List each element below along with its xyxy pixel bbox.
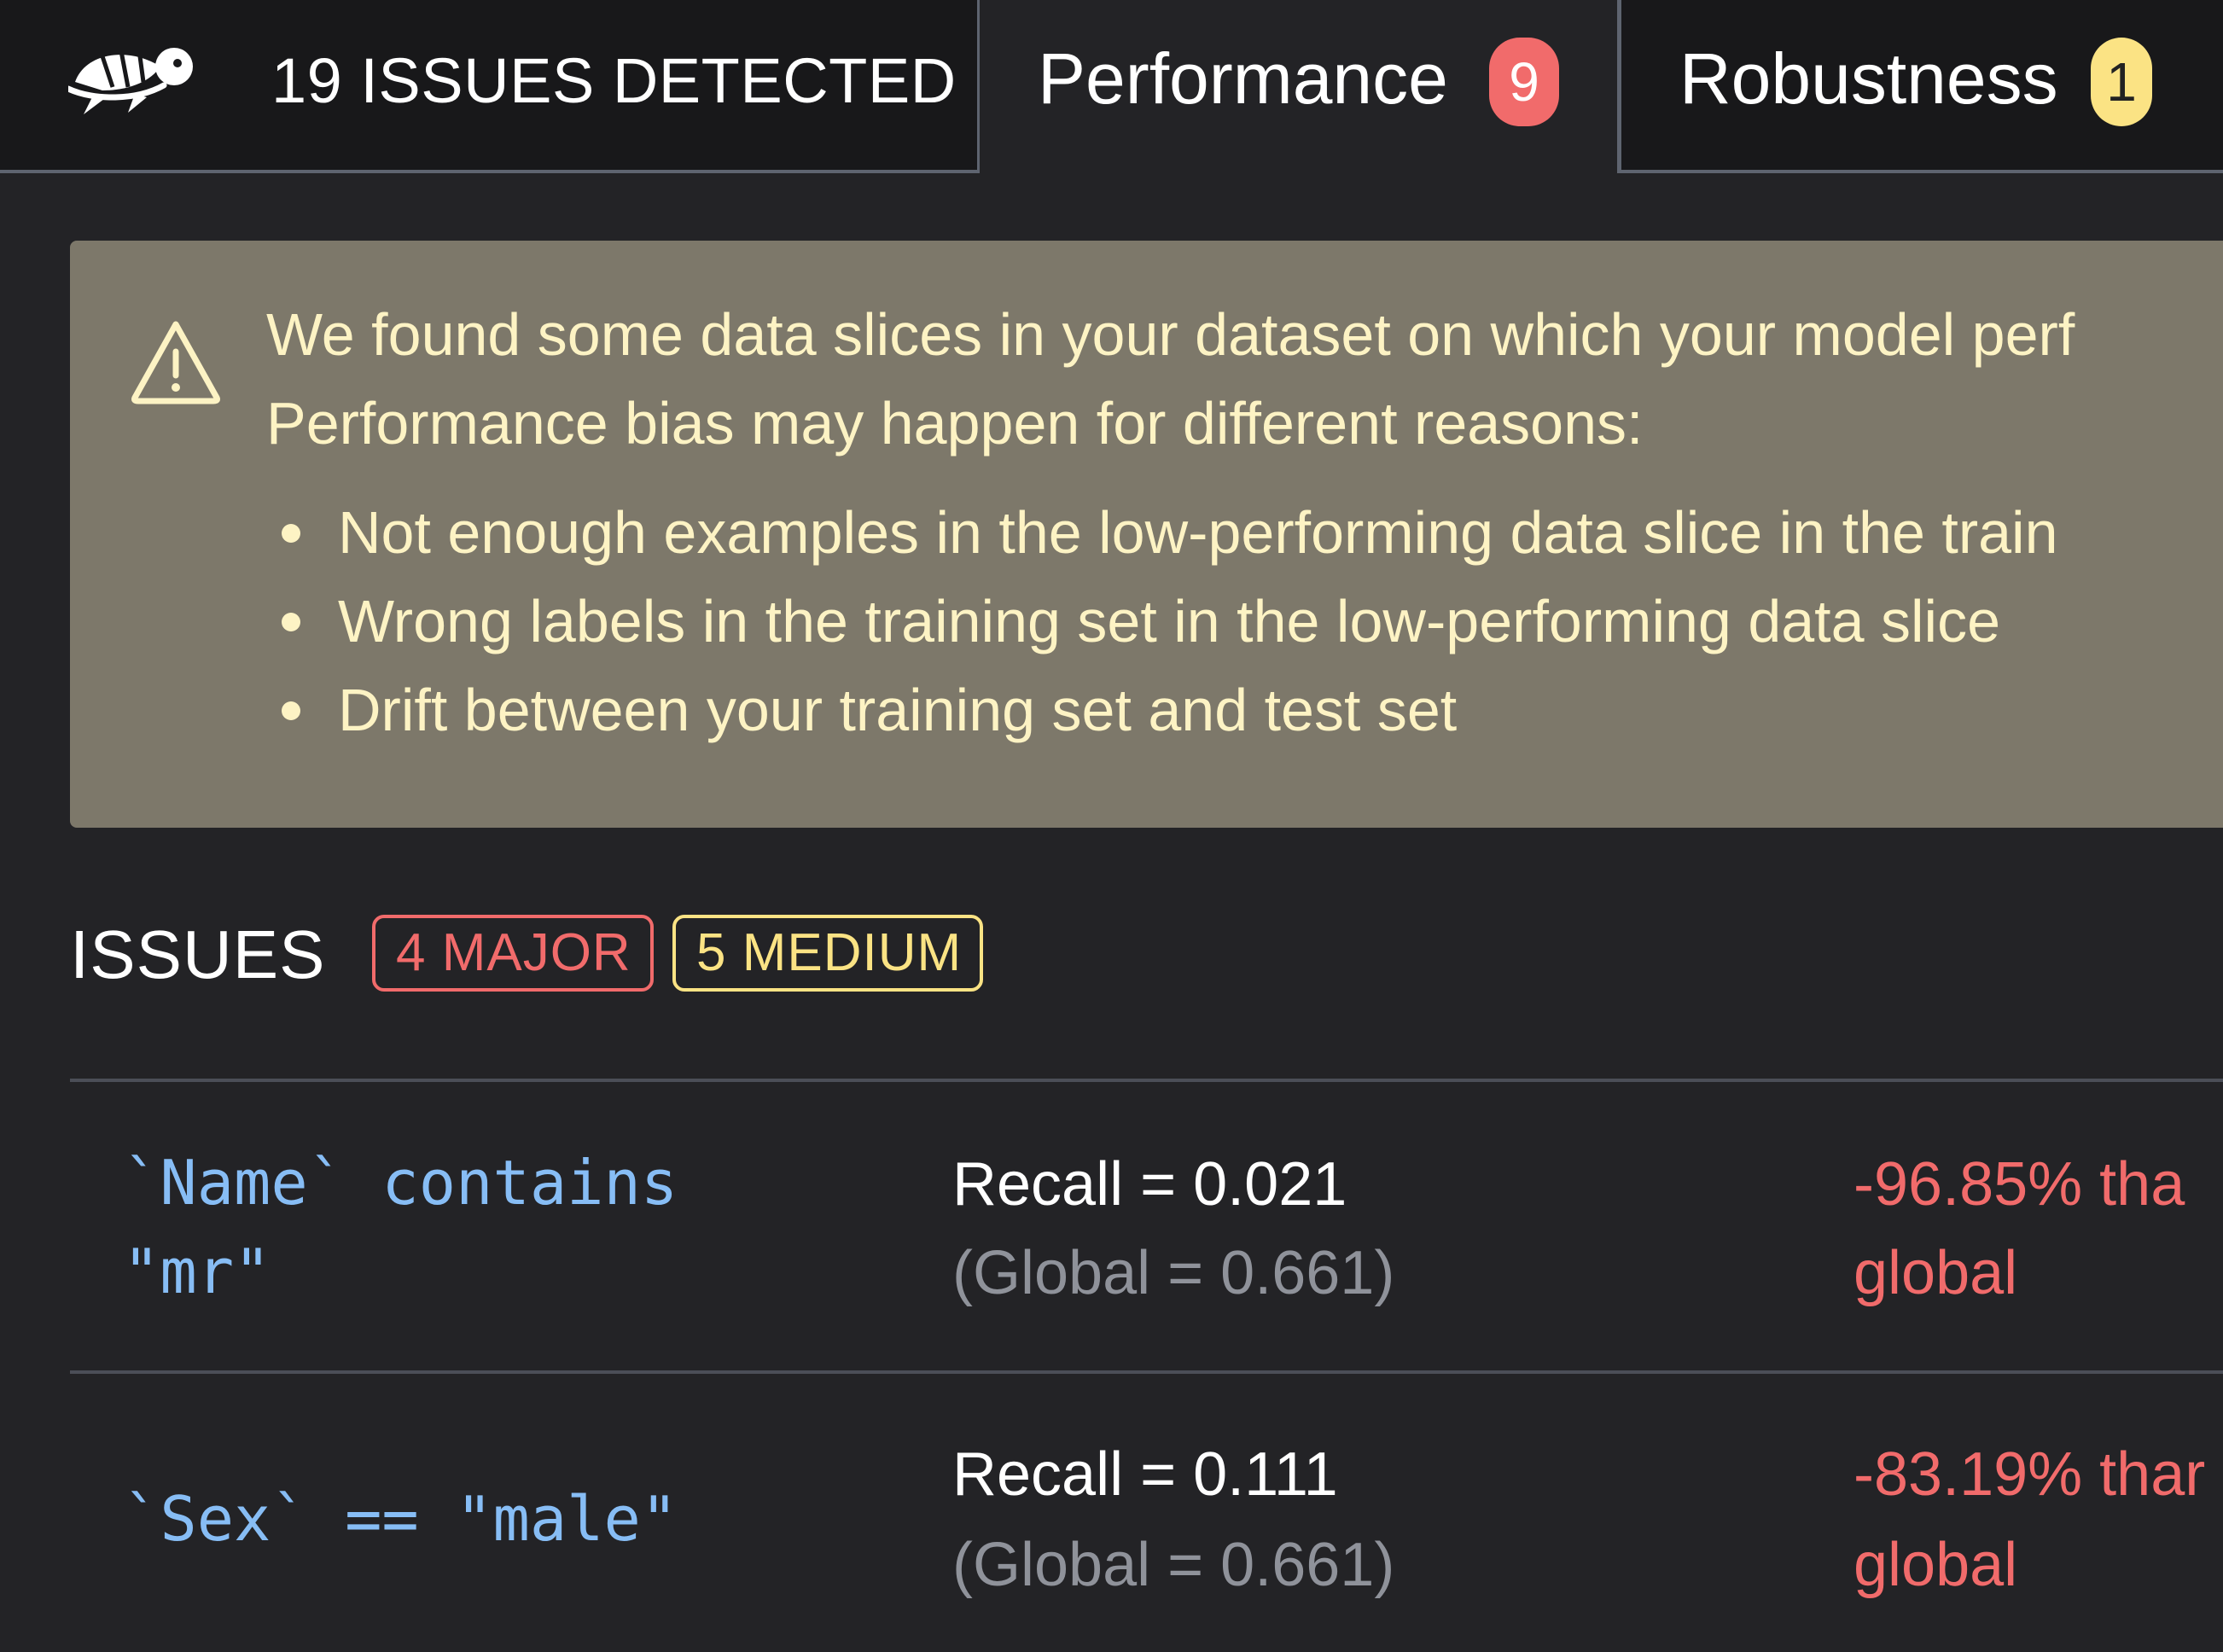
bullet-dot xyxy=(282,701,300,720)
metric-delta: -96.85% tha xyxy=(1853,1150,2185,1219)
turtle-logo-icon xyxy=(68,48,193,114)
performance-bias-info-panel: We found some data slices in your datase… xyxy=(70,241,2223,828)
row-divider xyxy=(70,1079,2223,1082)
metric-value: Recall = 0.021 xyxy=(952,1150,1347,1219)
tab-performance-label: Performance xyxy=(1038,38,1448,119)
info-text-line-2: Performance bias may happen for differen… xyxy=(266,390,1644,457)
metric-delta: -83.19% thar xyxy=(1853,1440,2206,1509)
warning-triangle-icon xyxy=(131,321,220,404)
metric-delta-continued: global xyxy=(1853,1239,2018,1307)
slice-condition-continued: "mr" xyxy=(123,1236,271,1307)
tab-performance[interactable]: Performance 9 xyxy=(980,0,1617,177)
tab-robustness-label: Robustness xyxy=(1679,38,2058,119)
issues-section-title: ISSUES xyxy=(70,916,326,992)
metric-value: Recall = 0.111 xyxy=(952,1440,1338,1509)
bullet-item-1: Not enough examples in the low-performin… xyxy=(338,499,2058,566)
global-metric-value: (Global = 0.661) xyxy=(952,1531,1395,1599)
tab-bar: 19 ISSUES DETECTED Performance 9 Robustn… xyxy=(0,0,2223,177)
tab-issues-summary[interactable]: 19 ISSUES DETECTED xyxy=(0,0,980,173)
issues-detected-label: 19 ISSUES DETECTED xyxy=(271,45,957,116)
slice-condition: `Sex` == "male" xyxy=(123,1483,678,1555)
slice-condition: `Name` contains xyxy=(123,1147,678,1219)
row-divider xyxy=(70,1370,2223,1374)
medium-issues-badge: 5 MEDIUM xyxy=(672,915,983,992)
tab-robustness[interactable]: Robustness 1 xyxy=(1617,0,2223,173)
bullet-item-2: Wrong labels in the training set in the … xyxy=(338,588,2001,654)
global-metric-value: (Global = 0.661) xyxy=(952,1239,1395,1307)
bullet-dot xyxy=(282,524,300,543)
bullet-dot xyxy=(282,613,300,631)
metric-delta-continued: global xyxy=(1853,1531,2018,1599)
info-text-line-1: We found some data slices in your datase… xyxy=(266,301,2075,368)
bullet-item-3: Drift between your training set and test… xyxy=(338,677,1458,743)
major-issues-badge: 4 MAJOR xyxy=(372,915,654,992)
performance-count-badge: 9 xyxy=(1489,38,1559,126)
robustness-count-badge: 1 xyxy=(2091,38,2152,126)
